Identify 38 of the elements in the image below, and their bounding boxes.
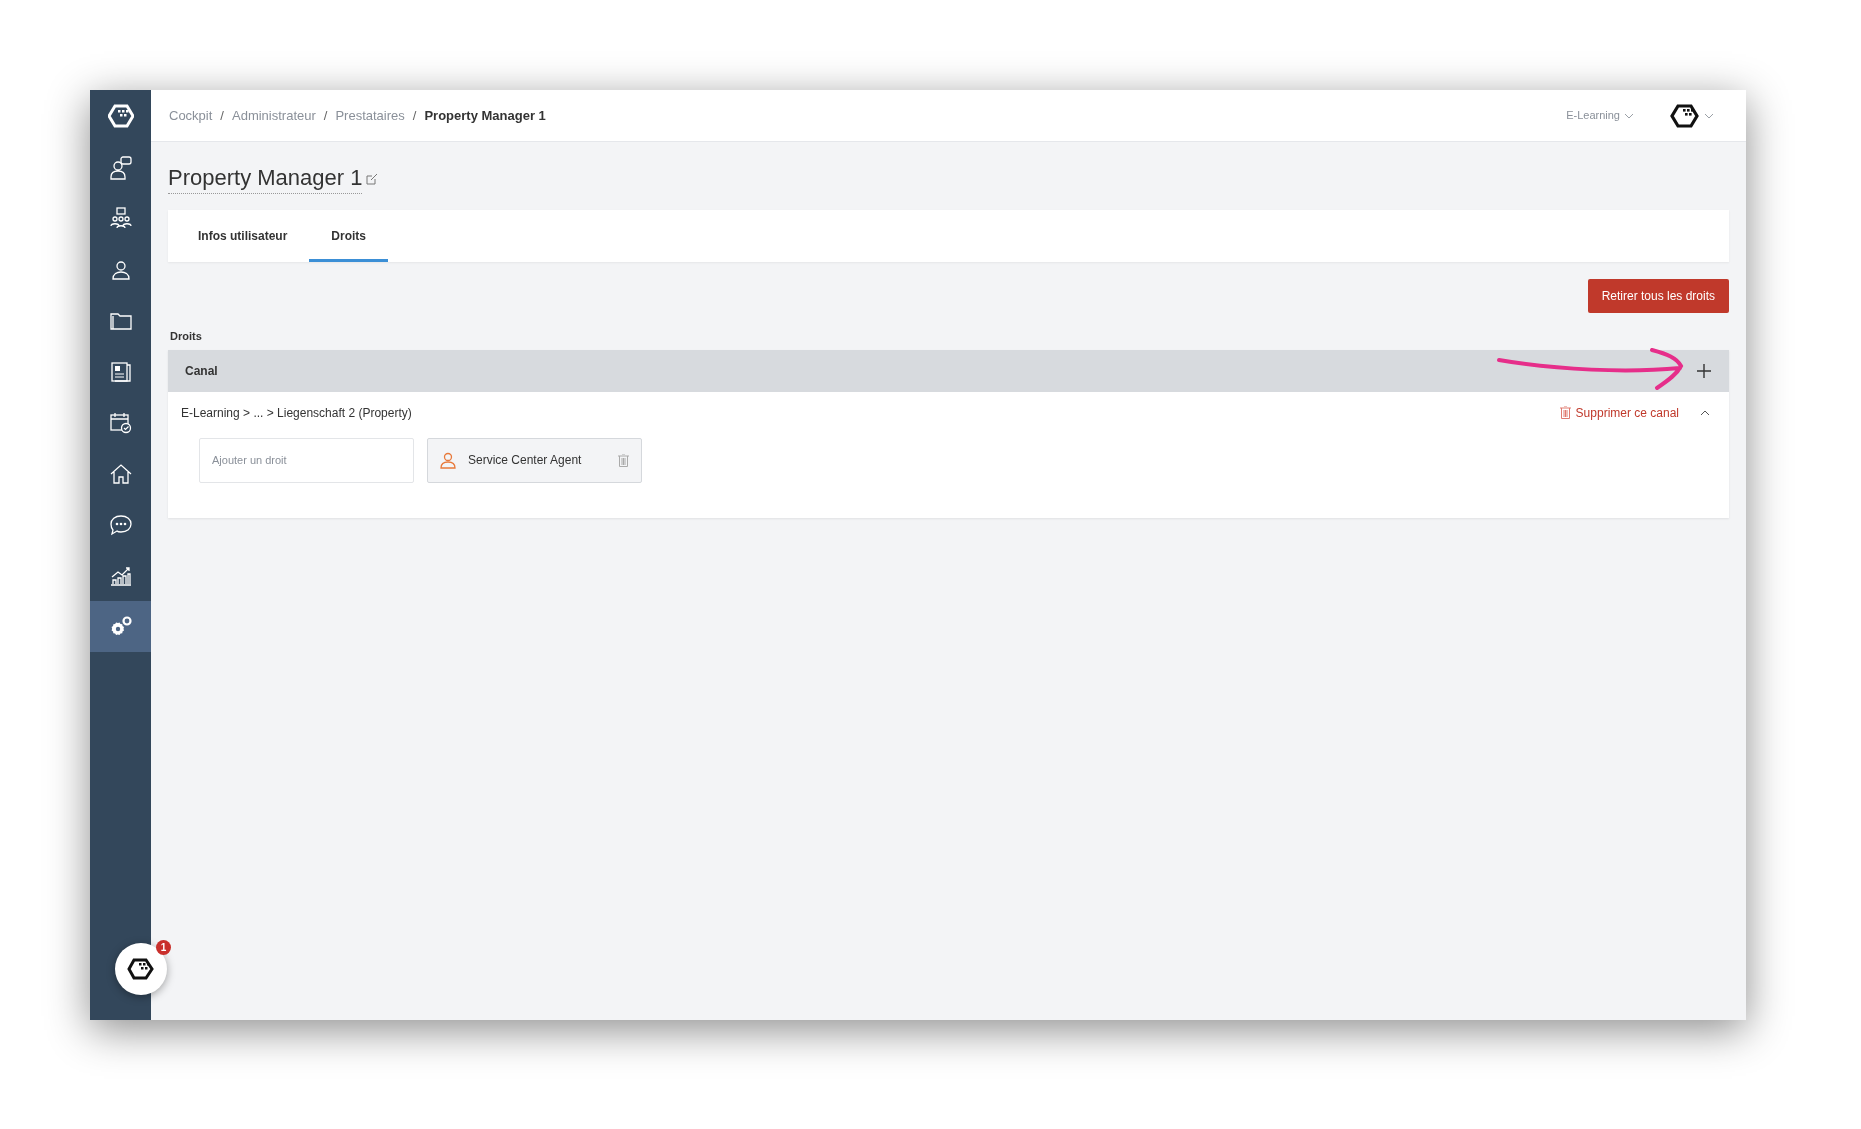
user-icon	[440, 451, 456, 469]
tab[interactable]: Infos utilisateur	[176, 210, 310, 262]
plus-icon	[1697, 363, 1711, 378]
trash-icon	[1559, 406, 1571, 419]
account-menu[interactable]	[1670, 102, 1714, 129]
delete-channel-link[interactable]: Supprimer ce canal	[1559, 403, 1679, 422]
breadcrumb-link[interactable]: Prestataires	[335, 105, 405, 126]
calendar-check-icon	[108, 410, 133, 435]
breadcrumb-separator: /	[412, 106, 417, 125]
notification-badge: 1	[156, 940, 171, 955]
breadcrumb-link[interactable]: Cockpit	[169, 105, 213, 126]
add-right-field[interactable]: Ajouter un droit	[199, 437, 414, 483]
channel-dropdown[interactable]: E-Learning	[1566, 107, 1634, 124]
page-title: Property Manager 1	[168, 163, 363, 194]
chevron-down-icon	[1704, 112, 1714, 119]
support-agent-icon	[108, 155, 133, 180]
chevron-up-icon	[1700, 409, 1710, 416]
chat-bubble-icon	[108, 512, 133, 537]
breadcrumb-link[interactable]: Administrateur	[232, 105, 316, 126]
breadcrumb-separator: /	[220, 106, 224, 125]
edit-icon[interactable]	[366, 172, 379, 185]
logo-icon	[127, 957, 155, 981]
trash-icon	[618, 453, 629, 467]
document-icon	[108, 359, 133, 384]
remove-all-button[interactable]: Retirer tous les droits	[1587, 279, 1729, 313]
section-label: Droits	[170, 329, 203, 344]
sidebar-item[interactable]	[90, 601, 151, 652]
breadcrumb-separator: /	[323, 106, 328, 125]
breadcrumb-current: Property Manager 1	[424, 106, 546, 125]
tab[interactable]: Droits	[309, 210, 388, 262]
column-header: Canal	[185, 362, 218, 380]
add-button[interactable]	[1696, 362, 1712, 379]
right-name: Service Center Agent	[468, 452, 583, 469]
logo-icon[interactable]	[107, 104, 134, 128]
channel-path: E-Learning > ... > Liegenschaft 2 (Property)	[181, 404, 412, 422]
user-group-icon	[108, 206, 133, 231]
chevron-down-icon	[1624, 112, 1634, 119]
logo-icon	[1670, 102, 1700, 129]
